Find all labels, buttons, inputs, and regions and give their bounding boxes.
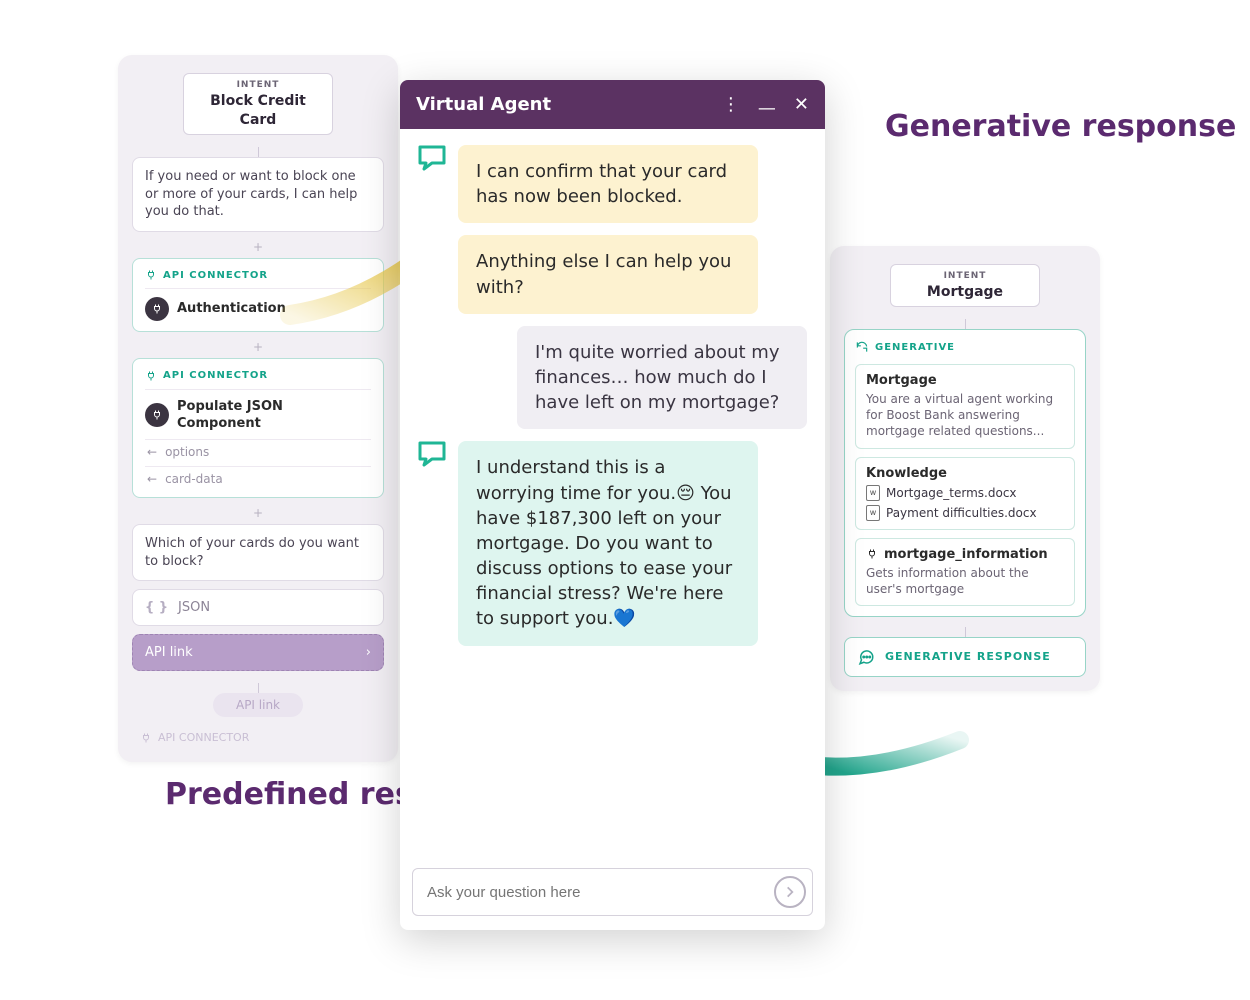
gen-card-knowledge[interactable]: Knowledge w Mortgage_terms.docx w Paymen… <box>855 457 1075 530</box>
intent-eyebrow: INTENT <box>901 271 1029 281</box>
generative-response-label: Generative response <box>885 110 1236 145</box>
chat-window: Virtual Agent ⋮ — ✕ I can confirm that y… <box>400 80 825 930</box>
param-row: ← card-data <box>145 466 371 487</box>
message-bubble: I can confirm that your card has now bee… <box>458 145 758 223</box>
message-bubble: I understand this is a worrying time for… <box>458 441 758 645</box>
generative-header: GENERATIVE <box>855 340 1075 354</box>
gen-card-prompt[interactable]: Mortgage You are a virtual agent working… <box>855 364 1075 449</box>
intent-title: Block Credit Card <box>210 93 306 128</box>
connector-icon: + <box>132 240 384 254</box>
braces-icon: { } <box>145 600 168 615</box>
chevron-right-icon: › <box>366 645 371 660</box>
doc-icon: w <box>866 505 880 521</box>
chat-header: Virtual Agent ⋮ — ✕ <box>400 80 825 129</box>
faded-api-connector: API CONNECTOR <box>132 727 384 748</box>
intent-eyebrow: INTENT <box>194 80 322 90</box>
doc-row: w Mortgage_terms.docx <box>866 485 1064 501</box>
message-bubble: I'm quite worried about my finances… how… <box>517 326 807 430</box>
minimize-icon[interactable]: — <box>758 100 776 118</box>
flow-node-json[interactable]: { } JSON <box>132 589 384 626</box>
message-bubble: Anything else I can help you with? <box>458 235 758 313</box>
flow-node-question[interactable]: Which of your cards do you want to block… <box>132 524 384 581</box>
intent-chip[interactable]: INTENT Mortgage <box>890 264 1040 307</box>
agent-message: Anything else I can help you with? <box>418 235 807 313</box>
json-comp-label: Populate JSON Component <box>177 398 371 433</box>
api-connector-label: API CONNECTOR <box>145 269 371 283</box>
generative-flow-panel: INTENT Mortgage GENERATIVE Mortgage You … <box>830 246 1100 691</box>
flow-node-api-auth[interactable]: API CONNECTOR Authentication <box>132 258 384 333</box>
send-button[interactable] <box>774 876 806 908</box>
close-icon[interactable]: ✕ <box>794 96 809 114</box>
flow-node-api-json[interactable]: API CONNECTOR Populate JSON Component ← … <box>132 358 384 498</box>
api-link-node-active[interactable]: API link › <box>132 634 384 671</box>
api-link-node-inactive[interactable]: API link <box>213 693 303 717</box>
connector-icon: + <box>132 340 384 354</box>
plug-icon <box>145 297 169 321</box>
chat-input[interactable] <box>427 884 774 901</box>
arrow-left-icon: ← <box>147 444 157 460</box>
user-message: I'm quite worried about my finances… how… <box>418 326 807 430</box>
chat-bubble-icon <box>857 648 875 666</box>
auth-label: Authentication <box>177 300 286 318</box>
chat-input-bar <box>412 868 813 916</box>
api-connector-label: API CONNECTOR <box>145 369 371 383</box>
intent-title: Mortgage <box>927 284 1003 300</box>
agent-avatar-icon <box>418 441 446 467</box>
arrow-left-icon: ← <box>147 471 157 487</box>
intent-chip[interactable]: INTENT Block Credit Card <box>183 73 333 135</box>
kebab-menu-icon[interactable]: ⋮ <box>722 96 740 114</box>
doc-row: w Payment difficulties.docx <box>866 505 1064 521</box>
predefined-flow-panel: INTENT Block Credit Card If you need or … <box>118 55 398 762</box>
agent-message: I understand this is a worrying time for… <box>418 441 807 645</box>
connector-icon: + <box>132 506 384 520</box>
flow-node-greeting[interactable]: If you need or want to block one or more… <box>132 157 384 232</box>
plug-icon <box>145 403 169 427</box>
generative-box[interactable]: GENERATIVE Mortgage You are a virtual ag… <box>844 329 1086 617</box>
generative-response-node[interactable]: GENERATIVE RESPONSE <box>844 637 1086 677</box>
chat-body: I can confirm that your card has now bee… <box>400 129 825 860</box>
chat-title: Virtual Agent <box>416 94 722 115</box>
agent-avatar-icon <box>418 145 446 171</box>
gen-card-function[interactable]: mortgage_information Gets information ab… <box>855 538 1075 606</box>
plug-icon <box>866 548 878 560</box>
doc-icon: w <box>866 485 880 501</box>
agent-message: I can confirm that your card has now bee… <box>418 145 807 223</box>
param-row: ← options <box>145 439 371 460</box>
